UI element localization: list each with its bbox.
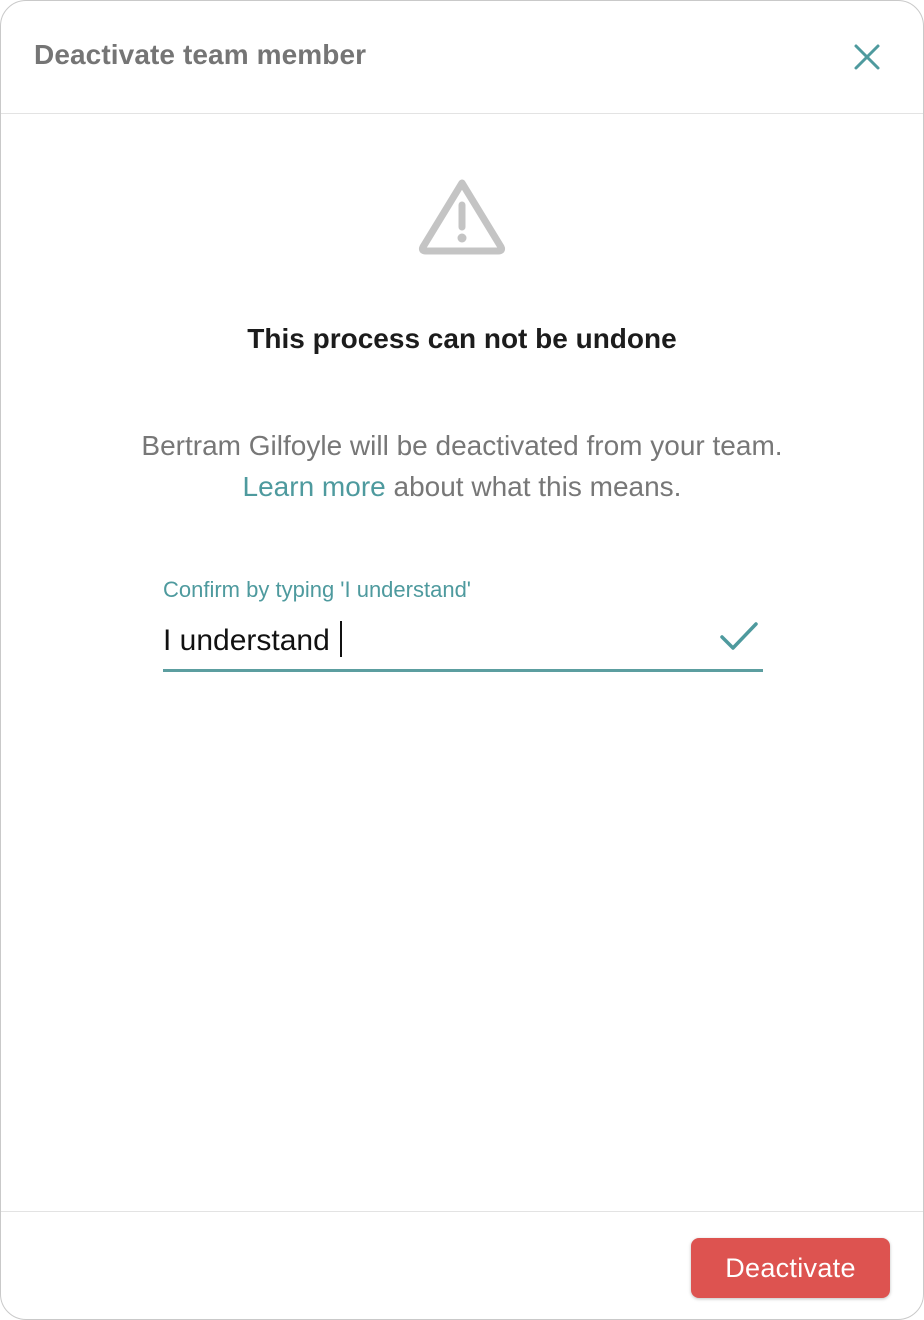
warning-heading: This process can not be undone xyxy=(247,323,677,354)
warning-icon xyxy=(417,175,507,255)
confirm-input[interactable] xyxy=(163,617,703,665)
learn-more-link[interactable]: Learn more xyxy=(243,471,386,502)
deactivate-dialog: Deactivate team member This process can … xyxy=(0,0,924,1320)
description-line-2-text: about what this means. xyxy=(385,471,682,502)
deactivate-button[interactable]: Deactivate xyxy=(691,1238,890,1298)
close-icon xyxy=(854,44,880,70)
deactivation-description: Bertram Gilfoyle will be deactivated fro… xyxy=(1,425,923,507)
description-line-1: Bertram Gilfoyle will be deactivated fro… xyxy=(141,430,783,461)
text-caret xyxy=(340,621,342,657)
dialog-header: Deactivate team member xyxy=(1,1,923,114)
confirm-field: Confirm by typing 'I understand' xyxy=(163,575,763,673)
dialog-title: Deactivate team member xyxy=(34,39,367,70)
description-line-2: Learn more about what this means. xyxy=(1,466,923,507)
confirm-field-label: Confirm by typing 'I understand' xyxy=(163,577,471,602)
close-button[interactable] xyxy=(847,37,887,77)
check-icon xyxy=(720,622,758,650)
confirm-field-underline xyxy=(163,669,763,672)
dialog-footer: Deactivate xyxy=(1,1211,923,1319)
